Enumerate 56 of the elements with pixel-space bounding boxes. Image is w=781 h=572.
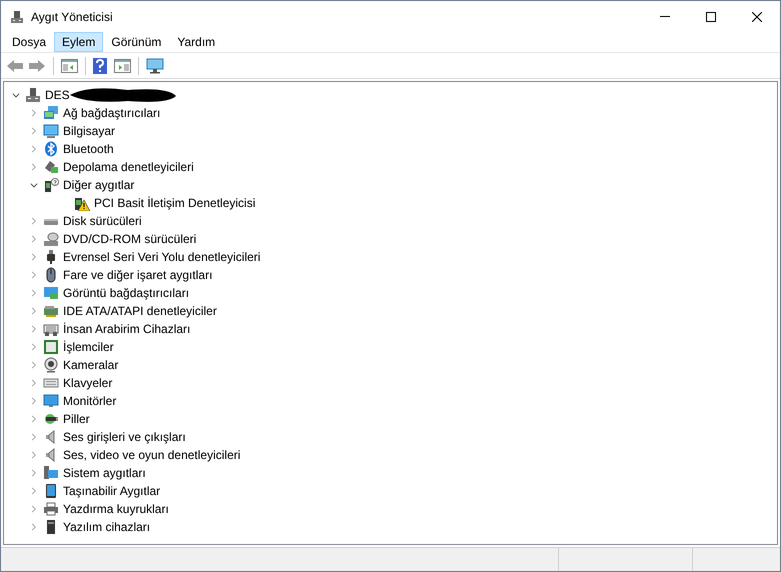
back-arrow-icon[interactable] xyxy=(6,58,24,72)
tree-item-label[interactable]: İşlemciler xyxy=(63,338,114,356)
battery-plug-icon xyxy=(43,411,59,427)
tree-item-label[interactable]: Depolama denetleyicileri xyxy=(63,158,194,176)
network-icon xyxy=(43,105,59,121)
tree-item-label[interactable]: Klavyeler xyxy=(63,374,112,392)
tree-item-label[interactable]: Bilgisayar xyxy=(63,122,116,140)
bluetooth-icon xyxy=(43,141,59,157)
pane-icon[interactable] xyxy=(61,58,78,72)
tree-item-label[interactable]: Taşınabilir Aygıtlar xyxy=(63,482,160,500)
maximize-icon xyxy=(706,12,716,22)
tree-item-label[interactable]: Ses girişleri ve çıkışları xyxy=(63,428,186,446)
tree-item-label[interactable]: Disk sürücüleri xyxy=(63,212,142,230)
controller-card-icon xyxy=(43,303,59,319)
tree-item-label[interactable]: IDE ATA/ATAPI denetleyiciler xyxy=(63,302,217,320)
app-icon xyxy=(10,10,24,24)
tree-item-label[interactable]: Piller xyxy=(63,410,90,428)
tree-item-label[interactable]: Monitörler xyxy=(63,392,116,410)
webcam-icon xyxy=(43,357,59,373)
computer-icon xyxy=(43,123,59,139)
menu-item[interactable]: Yardım xyxy=(169,32,224,52)
tree-item-label[interactable]: Görüntü bağdaştırıcıları xyxy=(63,284,190,302)
monitor-icon[interactable] xyxy=(146,58,164,74)
tree-item-label[interactable]: Sistem aygıtları xyxy=(63,464,146,482)
tree-item-label[interactable]: Yazdırma kuyrukları xyxy=(63,500,169,518)
tree-item-label[interactable]: PCI Basit İletişim Denetleyicisi xyxy=(94,194,256,212)
tablet-icon xyxy=(43,483,59,499)
tree-item-label[interactable]: Bluetooth xyxy=(63,140,114,158)
window-title: Aygıt Yöneticisi xyxy=(31,8,113,26)
menu-item[interactable]: Dosya xyxy=(4,32,54,52)
printer-icon xyxy=(43,501,59,517)
tree-item-label[interactable]: DES xyxy=(45,86,70,104)
tree-item-label[interactable]: Ses, video ve oyun denetleyicileri xyxy=(63,446,240,464)
chip-icon xyxy=(43,339,59,355)
forward-arrow-icon[interactable] xyxy=(28,58,46,72)
tree-item-label[interactable]: Kameralar xyxy=(63,356,118,374)
tree-item-label[interactable]: Yazılım cihazları xyxy=(63,518,150,536)
menu-item[interactable]: Görünüm xyxy=(103,32,170,52)
menu-item[interactable]: Eylem xyxy=(54,32,104,52)
close-icon xyxy=(752,12,762,22)
tree-item-label[interactable]: Evrensel Seri Veri Yolu denetleyicileri xyxy=(63,248,260,266)
unknown-device-icon xyxy=(43,177,59,193)
system-icon xyxy=(43,465,59,481)
disc-drive-icon xyxy=(43,231,59,247)
tree-item-label[interactable]: İnsan Arabirim Cihazları xyxy=(63,320,190,338)
display-adapter-icon xyxy=(43,285,59,301)
tree-item-label[interactable]: Diğer aygıtlar xyxy=(63,176,134,194)
tree-item-label[interactable]: DVD/CD-ROM sürücüleri xyxy=(63,230,196,248)
help-icon[interactable] xyxy=(93,58,107,74)
monitor-icon xyxy=(43,393,59,409)
pane-icon[interactable] xyxy=(114,58,131,72)
computer-tower-icon xyxy=(25,87,41,103)
storage-icon xyxy=(43,159,59,175)
tree-item-label[interactable]: Ağ bağdaştırıcıları xyxy=(63,104,160,122)
tree-item-label[interactable]: Fare ve diğer işaret aygıtları xyxy=(63,266,212,284)
minimize-icon xyxy=(660,16,670,17)
